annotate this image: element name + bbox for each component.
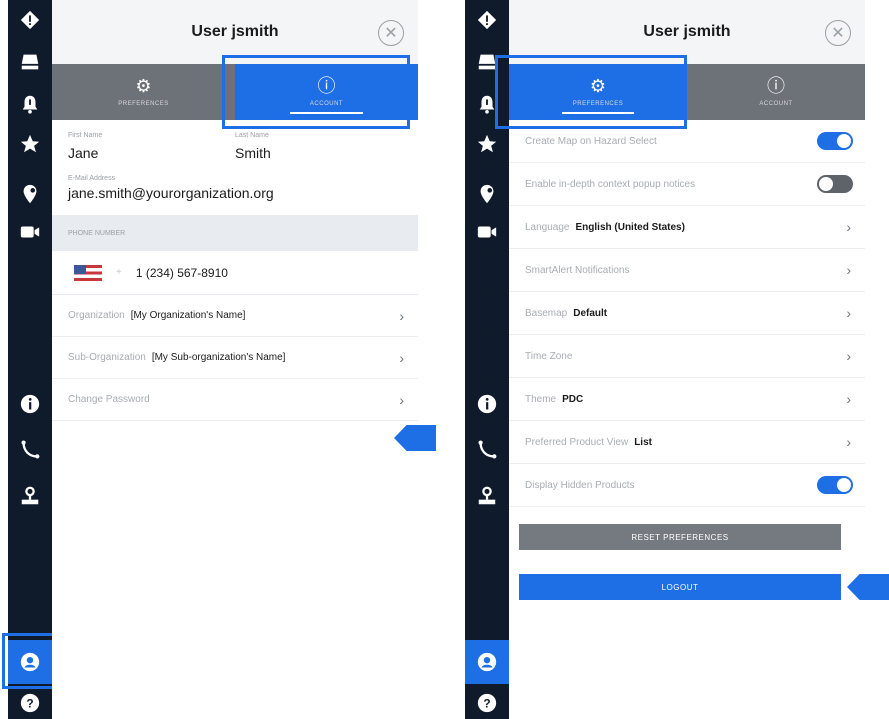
hazard-icon[interactable] xyxy=(465,2,509,38)
svg-text:?: ? xyxy=(483,697,490,711)
help-icon[interactable]: ? xyxy=(465,688,509,718)
phone-icon[interactable] xyxy=(465,432,509,468)
row-label: Organization xyxy=(68,310,125,321)
setting-time-zone[interactable]: Time Zone › xyxy=(509,335,865,378)
map-pin-icon[interactable] xyxy=(465,478,509,514)
hidden-products-toggle[interactable] xyxy=(817,476,853,494)
row-value: [My Organization's Name] xyxy=(130,310,246,321)
field-value: jane.smith@yourorganization.org xyxy=(68,185,274,201)
close-icon[interactable]: ✕ xyxy=(825,20,851,46)
setting-label: Enable in-depth context popup notices xyxy=(525,178,696,190)
phone-separator: + xyxy=(116,267,122,278)
video-icon[interactable] xyxy=(8,214,52,250)
setting-label: Theme xyxy=(525,393,557,405)
phone-field[interactable]: + 1 (234) 567-8910 xyxy=(52,251,418,295)
row-value: [My Sub-organization's Name] xyxy=(151,352,286,363)
phone-number: 1 (234) 567-8910 xyxy=(135,265,228,280)
chevron-right-icon: › xyxy=(846,434,851,450)
hazard-icon[interactable] xyxy=(8,2,52,38)
email-field[interactable]: E-Mail Address jane.smith@yourorganizati… xyxy=(68,175,402,201)
page-title: User jsmith xyxy=(643,23,731,40)
create-map-toggle[interactable] xyxy=(817,132,853,150)
page-title: User jsmith xyxy=(191,23,279,40)
map-pin-icon[interactable] xyxy=(8,478,52,514)
field-label: E-Mail Address xyxy=(68,175,116,182)
star-icon[interactable] xyxy=(465,126,509,162)
preferences-panel: ? User jsmith ✕ ⚙ PREFERENCES ⓘ ACCOUNT xyxy=(465,0,865,719)
location-icon[interactable] xyxy=(465,176,509,212)
field-value: Smith xyxy=(235,145,271,161)
reset-preferences-button[interactable]: RESET PREFERENCES xyxy=(519,524,841,550)
location-icon[interactable] xyxy=(8,176,52,212)
chevron-right-icon: › xyxy=(399,391,404,408)
setting-value: List xyxy=(634,436,652,448)
tab-label: ACCOUNT xyxy=(759,101,793,107)
first-name-field[interactable]: First Name Jane xyxy=(68,132,235,161)
gear-icon: ⚙ xyxy=(135,76,152,96)
setting-label: Create Map on Hazard Select xyxy=(525,135,657,147)
setting-label: Language xyxy=(525,221,570,233)
settings-list: Create Map on Hazard Select Enable in-de… xyxy=(509,120,865,507)
user-icon[interactable] xyxy=(465,640,509,684)
setting-value: Default xyxy=(573,307,608,319)
us-flag-icon[interactable] xyxy=(74,264,102,281)
field-label: Last Name xyxy=(235,132,269,139)
chevron-right-icon: › xyxy=(846,262,851,278)
chevron-right-icon: › xyxy=(399,307,404,324)
field-value: Jane xyxy=(68,145,99,161)
setting-theme[interactable]: Theme PDC › xyxy=(509,378,865,421)
setting-smartalert[interactable]: SmartAlert Notifications › xyxy=(509,249,865,292)
setting-value: English (United States) xyxy=(575,221,685,233)
info-icon: ⓘ xyxy=(767,76,785,96)
chevron-right-icon: › xyxy=(399,349,404,366)
setting-label: Preferred Product View xyxy=(525,436,629,448)
account-panel: ? User jsmith ✕ ⚙ PREFERENCES ⓘ ACCOUNT xyxy=(2,0,418,719)
svg-text:?: ? xyxy=(26,697,33,711)
setting-language[interactable]: Language English (United States) › xyxy=(509,206,865,249)
chevron-right-icon: › xyxy=(846,219,851,235)
setting-label: SmartAlert Notifications xyxy=(525,264,630,276)
sidebar-rail: ? xyxy=(8,0,52,719)
organization-row[interactable]: Organization [My Organization's Name] › xyxy=(52,295,418,337)
tab-preferences[interactable]: ⚙ PREFERENCES xyxy=(52,64,235,120)
setting-value: PDC xyxy=(562,393,584,405)
account-tab-highlight xyxy=(222,55,410,129)
info-icon[interactable] xyxy=(465,386,509,422)
setting-basemap[interactable]: Basemap Default › xyxy=(509,292,865,335)
context-popup-toggle[interactable] xyxy=(817,175,853,193)
field-label: First Name xyxy=(68,132,103,139)
chevron-right-icon: › xyxy=(846,348,851,364)
help-icon[interactable]: ? xyxy=(8,688,52,718)
video-icon[interactable] xyxy=(465,214,509,250)
tab-label: PREFERENCES xyxy=(118,101,169,107)
sub-organization-row[interactable]: Sub-Organization [My Sub-organization's … xyxy=(52,337,418,379)
info-icon[interactable] xyxy=(8,386,52,422)
chevron-right-icon: › xyxy=(846,305,851,321)
chevron-right-icon: › xyxy=(846,391,851,407)
logout-button[interactable]: LOGOUT xyxy=(519,574,841,600)
phone-icon[interactable] xyxy=(8,432,52,468)
setting-label: Display Hidden Products xyxy=(525,479,635,491)
preferences-tab-highlight xyxy=(495,55,687,129)
setting-label: Basemap xyxy=(525,307,568,319)
setting-context-popups[interactable]: Enable in-depth context popup notices xyxy=(509,163,865,206)
star-icon[interactable] xyxy=(8,126,52,162)
row-label: Sub-Organization xyxy=(68,352,146,363)
setting-hidden-products[interactable]: Display Hidden Products xyxy=(509,464,865,507)
last-name-field[interactable]: Last Name Smith xyxy=(235,132,402,161)
row-label: Change Password xyxy=(68,394,150,405)
setting-label: Time Zone xyxy=(525,350,573,362)
layers-icon[interactable] xyxy=(8,44,52,80)
close-icon[interactable]: ✕ xyxy=(378,20,404,46)
change-password-row[interactable]: Change Password › xyxy=(52,379,418,421)
alert-bell-icon[interactable] xyxy=(8,86,52,122)
setting-product-view[interactable]: Preferred Product View List › xyxy=(509,421,865,464)
phone-section-header: PHONE NUMBER xyxy=(52,215,418,251)
tab-account[interactable]: ⓘ ACCOUNT xyxy=(687,64,865,120)
